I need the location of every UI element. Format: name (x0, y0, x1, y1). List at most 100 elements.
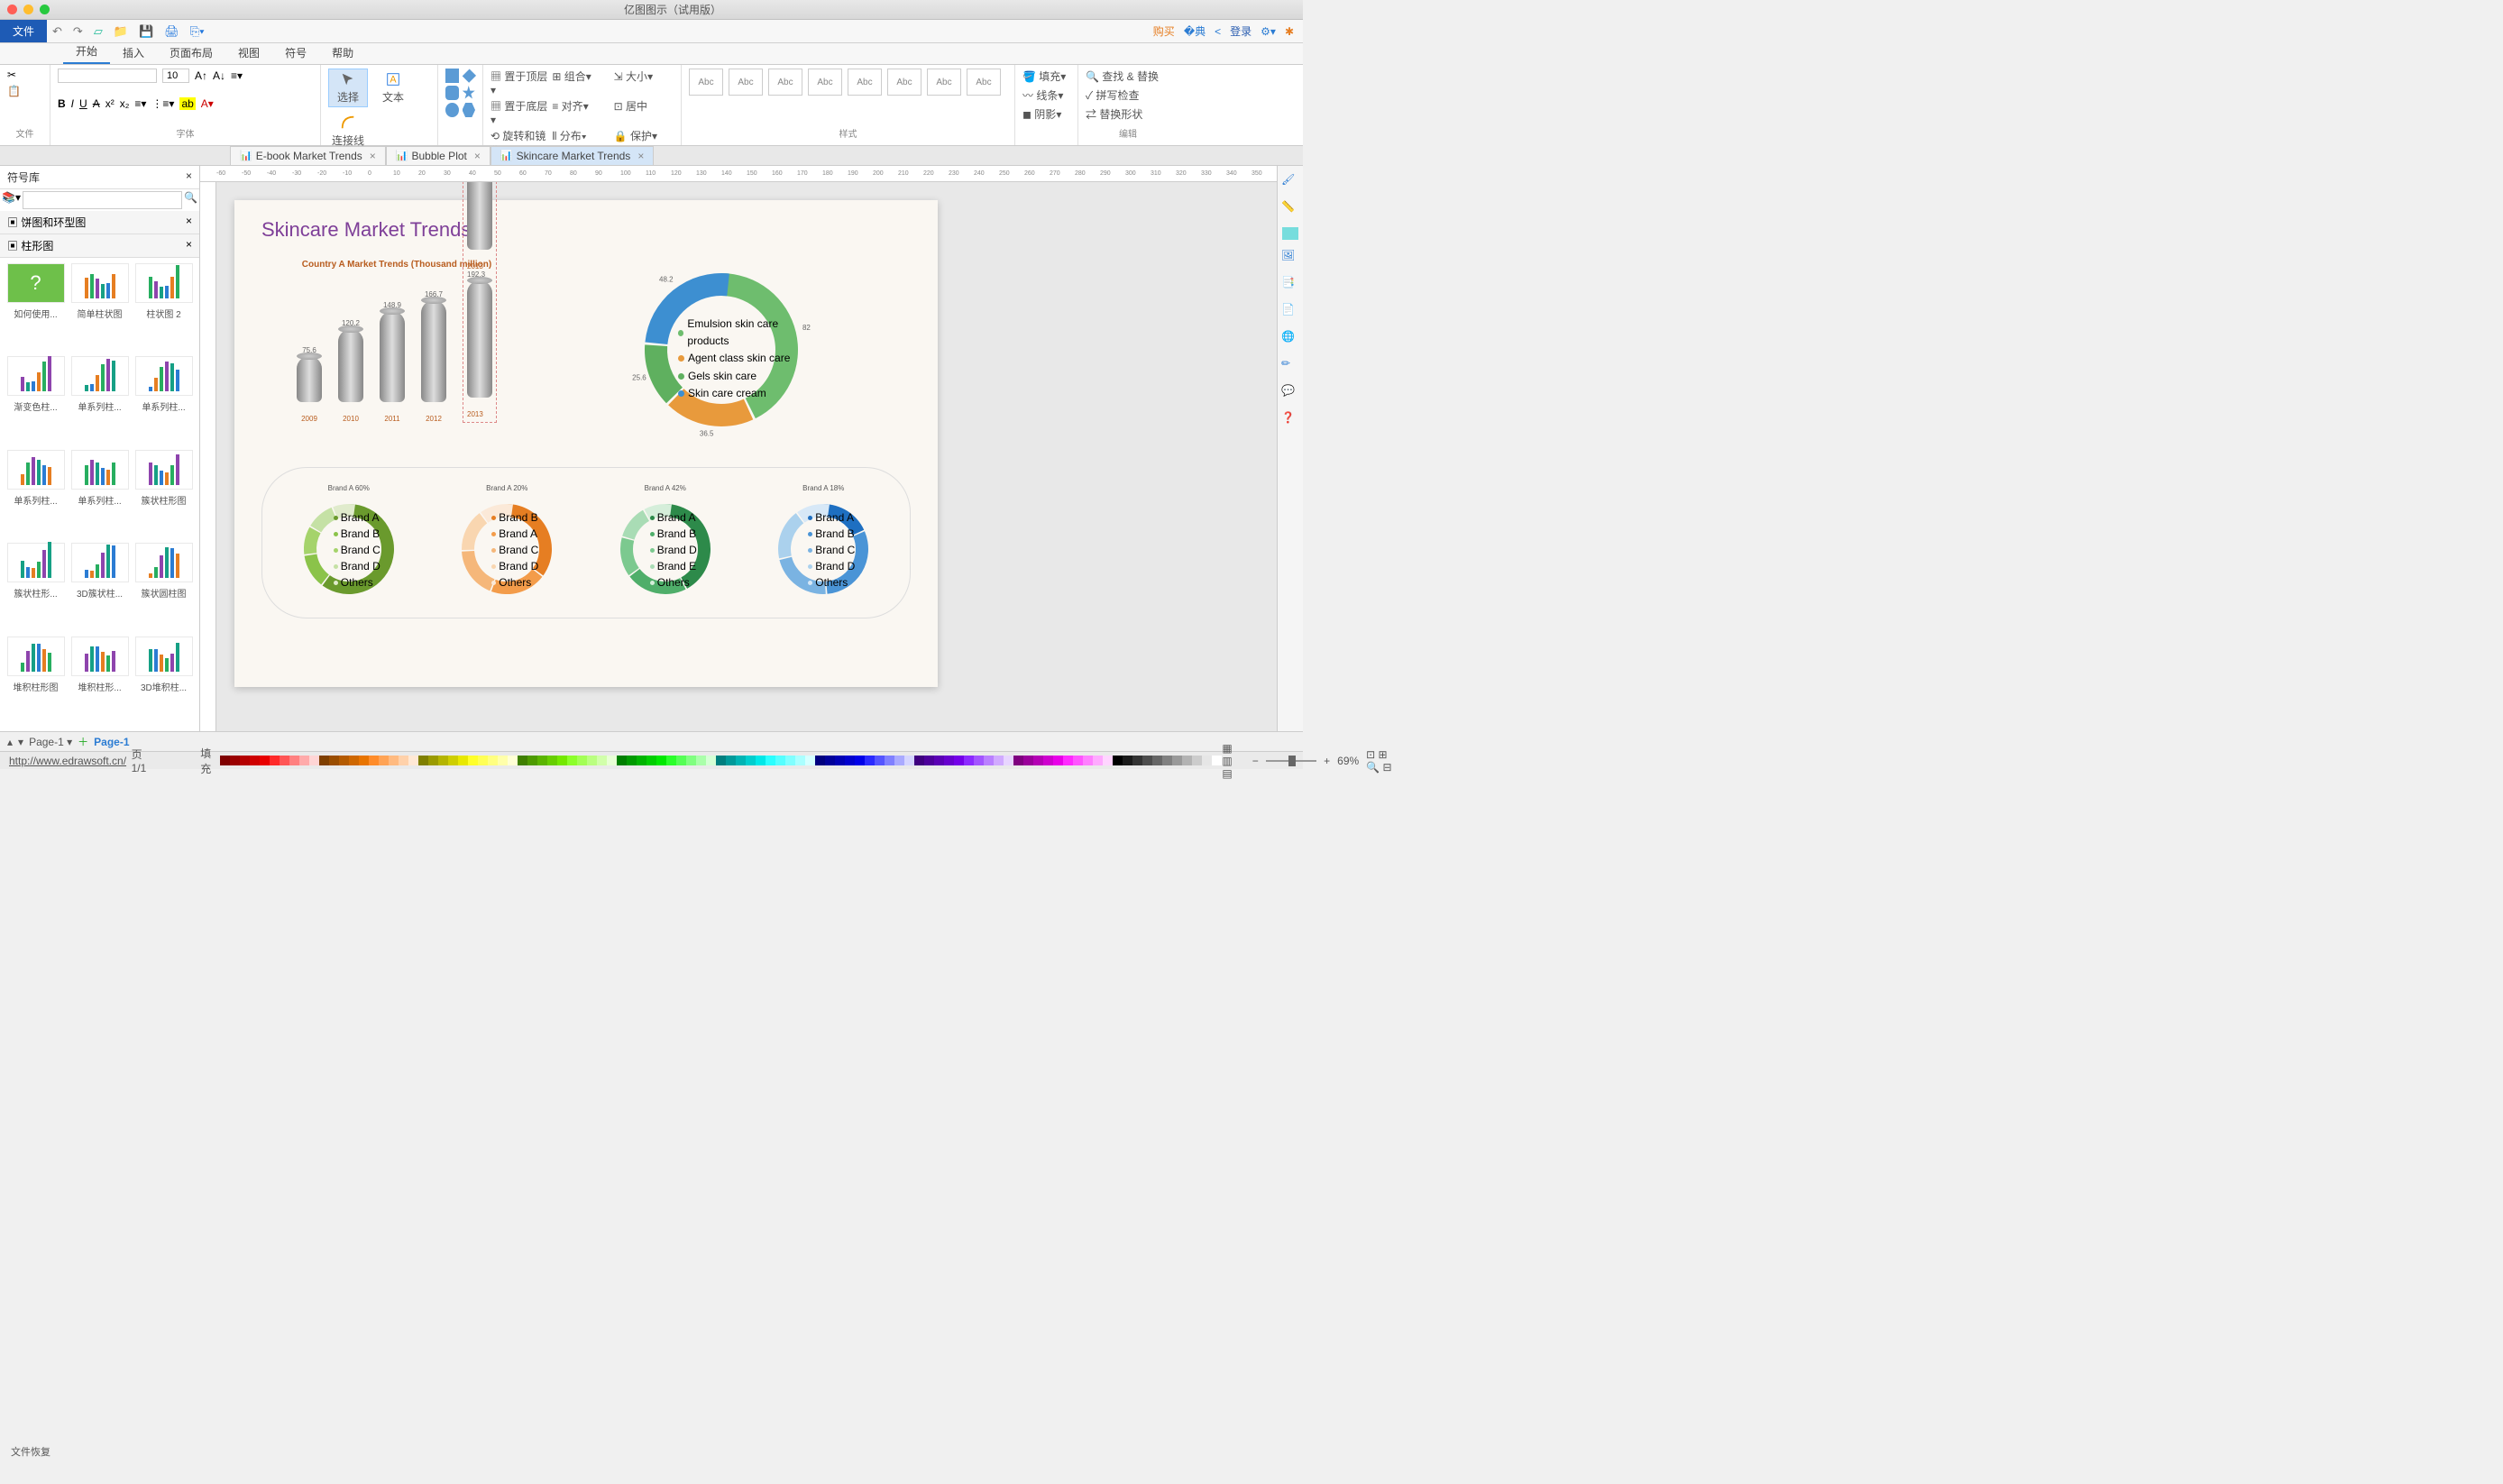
color-swatch[interactable] (418, 756, 428, 765)
highlight-icon[interactable]: ab (179, 97, 195, 110)
color-swatch[interactable] (1033, 756, 1043, 765)
mini-donut-chart[interactable]: Brand A 60%Brand ABrand BBrand CBrand DO… (299, 484, 399, 601)
color-swatch[interactable] (815, 756, 825, 765)
cut-icon[interactable]: ✂ (7, 69, 16, 81)
color-swatch[interactable] (349, 756, 359, 765)
color-swatch[interactable] (458, 756, 468, 765)
color-swatch[interactable] (617, 756, 627, 765)
color-swatch[interactable] (964, 756, 974, 765)
close-icon[interactable] (7, 5, 17, 14)
bar-chart[interactable]: Country A Market Trends (Thousand millio… (261, 260, 532, 440)
color-swatch[interactable] (686, 756, 696, 765)
underline-button[interactable]: U (79, 97, 87, 110)
color-swatch[interactable] (785, 756, 795, 765)
style-preset-3[interactable]: Abc (768, 69, 802, 96)
help-icon[interactable]: ❓ (1281, 411, 1299, 429)
share-icon[interactable]: �典 (1184, 23, 1206, 39)
page-tab[interactable]: Page-1 (94, 736, 129, 748)
style-preset-4[interactable]: Abc (808, 69, 842, 96)
category-bar[interactable]: ▣ 柱形图× (0, 234, 199, 258)
print-icon[interactable]: 🖨 (159, 24, 185, 39)
color-swatch[interactable] (1093, 756, 1103, 765)
page-down-icon[interactable]: ▾ (18, 736, 23, 748)
color-swatch[interactable] (567, 756, 577, 765)
zoom-in-icon[interactable]: + (1324, 755, 1330, 767)
library-item[interactable]: 简单柱状图 (69, 263, 130, 353)
minimize-icon[interactable] (23, 5, 33, 14)
library-item[interactable]: 单系列柱... (5, 450, 66, 539)
tab-layout[interactable]: 页面布局 (157, 41, 225, 64)
hex-shape[interactable] (463, 103, 476, 117)
format-icon[interactable]: 🖌 (1281, 173, 1299, 191)
size-btn[interactable]: ⇲ 大小▾ (614, 69, 674, 96)
search-input[interactable] (23, 191, 182, 209)
style-preset-6[interactable]: Abc (887, 69, 921, 96)
color-swatch[interactable] (865, 756, 875, 765)
search-icon[interactable]: 🔍 (184, 191, 197, 209)
maximize-icon[interactable] (40, 5, 50, 14)
doctab-ebook[interactable]: 📊 E-book Market Trends× (230, 146, 386, 166)
color-swatch[interactable] (1103, 756, 1113, 765)
color-swatch[interactable] (736, 756, 746, 765)
paste-icon[interactable]: 📋 (7, 85, 21, 97)
group-btn[interactable]: ⊞ 组合▾ (552, 69, 611, 96)
color-swatch[interactable] (646, 756, 656, 765)
library-item[interactable]: 簇状圆柱图 (133, 543, 194, 632)
circle-shape[interactable] (445, 103, 459, 117)
replace-shape-btn[interactable]: ⇄ 替换形状 (1086, 106, 1170, 122)
file-button[interactable]: 文件 (0, 20, 47, 42)
rect-shape[interactable] (445, 69, 459, 83)
color-swatch[interactable] (637, 756, 646, 765)
color-swatch[interactable] (1013, 756, 1023, 765)
italic-button[interactable]: I (71, 97, 74, 110)
shrink-font-icon[interactable]: A↓ (213, 69, 225, 82)
fill-btn[interactable]: 🪣 填充▾ (1022, 69, 1070, 84)
color-swatch[interactable] (527, 756, 537, 765)
color-swatch[interactable] (1202, 756, 1212, 765)
color-swatch[interactable] (518, 756, 527, 765)
undo-icon[interactable]: ↶ (47, 24, 68, 39)
color-swatch[interactable] (577, 756, 587, 765)
color-swatch[interactable] (1073, 756, 1083, 765)
line-btn[interactable]: 〰 线条▾ (1022, 87, 1070, 103)
color-swatch[interactable] (656, 756, 666, 765)
color-swatch[interactable] (795, 756, 805, 765)
color-swatch[interactable] (835, 756, 845, 765)
library-item[interactable]: 单系列柱... (69, 356, 130, 445)
color-swatch[interactable] (547, 756, 557, 765)
library-item[interactable]: 单系列柱... (133, 356, 194, 445)
style-preset-1[interactable]: Abc (689, 69, 723, 96)
star-shape[interactable] (463, 86, 476, 100)
close-icon[interactable]: × (474, 150, 481, 162)
spell-btn[interactable]: ✓ 拼写检查 (1086, 87, 1170, 103)
color-swatch[interactable] (498, 756, 508, 765)
color-swatch[interactable] (994, 756, 1004, 765)
color-swatch[interactable] (587, 756, 597, 765)
color-swatch[interactable] (885, 756, 894, 765)
view-mode-icon[interactable]: ▦ ▥ ▤ (1222, 742, 1244, 780)
bring-front[interactable]: ▦ 置于顶层▾ (491, 69, 550, 96)
style-preset-2[interactable]: Abc (729, 69, 763, 96)
fit-icons[interactable]: ⊡ ⊞ 🔍 ⊟ (1366, 748, 1397, 774)
style-preset-8[interactable]: Abc (967, 69, 1001, 96)
color-swatch[interactable] (1142, 756, 1152, 765)
category-pie[interactable]: ▣ 饼图和环型图× (0, 211, 199, 234)
color-swatch[interactable] (1083, 756, 1093, 765)
color-swatch[interactable] (1132, 756, 1142, 765)
color-swatch[interactable] (706, 756, 716, 765)
shadow-btn[interactable]: ◼ 阴影▾ (1022, 106, 1070, 122)
page-canvas[interactable]: Skincare Market Trends Country A Market … (234, 200, 938, 687)
line-icon[interactable]: 📏 (1281, 200, 1299, 218)
color-swatch[interactable] (389, 756, 399, 765)
color-swatch[interactable] (260, 756, 270, 765)
roundrect-shape[interactable] (445, 86, 459, 100)
zoom-out-icon[interactable]: − (1252, 755, 1259, 767)
diamond-shape[interactable] (462, 69, 475, 82)
color-swatch[interactable] (508, 756, 518, 765)
library-item[interactable]: 簇状柱形... (5, 543, 66, 632)
color-swatch[interactable] (1182, 756, 1192, 765)
library-item[interactable]: 簇状柱形图 (133, 450, 194, 539)
color-swatch[interactable] (468, 756, 478, 765)
linespace-icon[interactable]: ≡▾ (134, 97, 146, 110)
mini-donut-chart[interactable]: Brand A 42%Brand ABrand BBrand DBrand EO… (616, 484, 715, 601)
